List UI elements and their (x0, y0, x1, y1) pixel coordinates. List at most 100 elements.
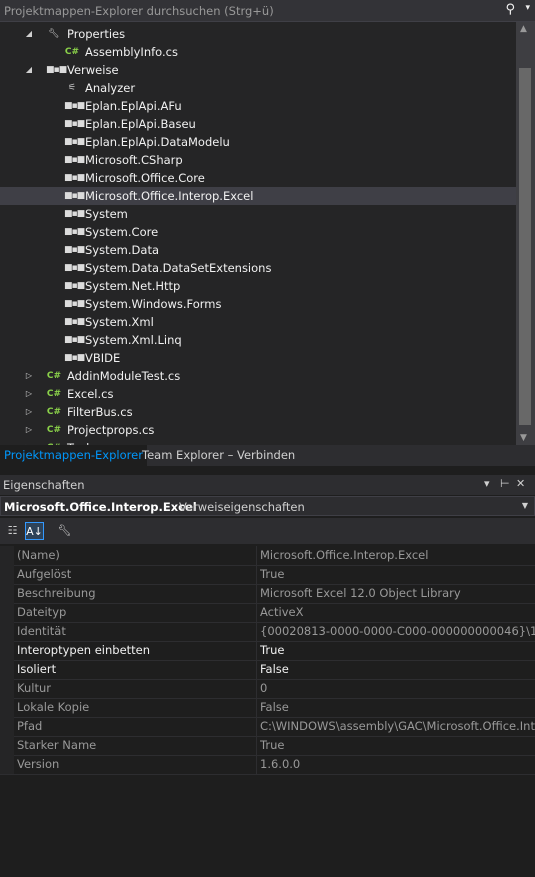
tree-item[interactable]: ◢ ■▪■ Verweise (0, 61, 516, 79)
property-row[interactable]: Lokale Kopie False (0, 698, 535, 718)
tree-item[interactable]: ■▪■ Eplan.EplApi.Baseu (0, 115, 516, 133)
collapsed-arrow-icon[interactable]: ▷ (24, 367, 34, 385)
tree-item[interactable]: ■▪■ System.Windows.Forms (0, 295, 516, 313)
column-divider[interactable] (256, 717, 257, 736)
tree-item[interactable]: ■▪■ System.Data.DataSetExtensions (0, 259, 516, 277)
property-row[interactable]: Starker Name True (0, 736, 535, 756)
tree-scrollbar[interactable]: ▲ ▼ (516, 22, 535, 445)
solution-explorer-search[interactable]: Projektmappen-Explorer durchsuchen (Strg… (0, 0, 535, 22)
row-gutter (0, 584, 14, 603)
tab-team-explorer[interactable]: Team Explorer – Verbinden (138, 445, 299, 466)
reference-icon: ■▪■ (64, 173, 85, 183)
search-input[interactable]: Projektmappen-Explorer durchsuchen (Strg… (4, 4, 274, 18)
reference-icon: ■▪■ (64, 227, 85, 237)
tree-item[interactable]: ■▪■ System.Xml.Linq (0, 331, 516, 349)
property-value[interactable]: False (260, 660, 535, 679)
categorized-icon[interactable]: ☷ (3, 522, 22, 540)
tree-item[interactable]: ■▪■ System.Data (0, 241, 516, 259)
property-value: True (260, 567, 285, 581)
alphabetical-icon[interactable]: A↓ (25, 522, 44, 540)
property-row[interactable]: Pfad C:\WINDOWS\assembly\GAC\Microsoft.Of… (0, 717, 535, 737)
tree-item-label: System.Data.DataSetExtensions (85, 261, 272, 275)
property-row[interactable]: Identität {00020813-0000-0000-C000-000000… (0, 622, 535, 642)
collapsed-arrow-icon[interactable]: ▷ (24, 385, 34, 403)
properties-toolbar: ☷ A↓ 🔧︎ (0, 518, 535, 544)
property-row[interactable]: (Name) Microsoft.Office.Interop.Excel (0, 546, 535, 566)
column-divider[interactable] (256, 755, 257, 774)
reference-icon: ■▪■ (46, 65, 67, 75)
property-name: Dateityp (17, 605, 67, 619)
scroll-up-icon[interactable]: ▲ (520, 24, 527, 34)
property-row[interactable]: Aufgelöst True (0, 565, 535, 585)
tree-item[interactable]: ▷ C# Excel.cs (0, 385, 516, 403)
property-value[interactable]: True (260, 641, 535, 660)
search-icon[interactable]: ⚲ (505, 2, 515, 17)
reference-icon: ■▪■ (64, 191, 85, 201)
property-row[interactable]: Dateityp ActiveX (0, 603, 535, 623)
column-divider[interactable] (256, 565, 257, 584)
property-value: {00020813-0000-0000-C000-000000000046}\1… (260, 624, 535, 638)
column-divider[interactable] (256, 584, 257, 603)
tree-item-label: Analyzer (85, 81, 136, 95)
column-divider[interactable] (256, 660, 257, 679)
expanded-arrow-icon[interactable]: ◢ (24, 25, 34, 43)
tree-item-label: System.Xml.Linq (85, 333, 182, 347)
tree-item[interactable]: ▷ C# FilterBus.cs (0, 403, 516, 421)
tree-item[interactable]: ■▪■ Eplan.EplApi.AFu (0, 97, 516, 115)
collapsed-arrow-icon[interactable]: ▷ (24, 403, 34, 421)
tree-item[interactable]: ■▪■ System (0, 205, 516, 223)
reference-icon: ■▪■ (64, 281, 85, 291)
property-pages-icon[interactable]: 🔧︎ (55, 522, 74, 540)
tree-item[interactable]: ■▪■ System.Core (0, 223, 516, 241)
tree-item-label: Microsoft.Office.Interop.Excel (85, 189, 254, 203)
tree-item[interactable]: ■▪■ Eplan.EplApi.DataModelu (0, 133, 516, 151)
column-divider[interactable] (256, 622, 257, 641)
collapsed-arrow-icon[interactable]: ▷ (24, 421, 34, 439)
row-gutter (0, 717, 14, 736)
close-icon[interactable]: ✕ (516, 477, 525, 490)
tree-item-label: Projectprops.cs (67, 423, 155, 437)
tree-item[interactable]: ■▪■ Microsoft.Office.Core (0, 169, 516, 187)
tree-item[interactable]: ■▪■ System.Xml (0, 313, 516, 331)
search-options-dropdown-icon[interactable]: ▾ (525, 3, 530, 13)
property-row[interactable]: Interoptypen einbetten True (0, 641, 535, 661)
column-divider[interactable] (256, 546, 257, 565)
property-row[interactable]: Isoliert False (0, 660, 535, 680)
window-menu-icon[interactable]: ▾ (484, 477, 490, 490)
pin-icon[interactable]: ⊢ (500, 477, 510, 490)
reference-icon: ■▪■ (64, 209, 85, 219)
chevron-down-icon[interactable]: ▼ (522, 501, 528, 510)
tree-item[interactable]: ■▪■ Microsoft.CSharp (0, 151, 516, 169)
property-row[interactable]: Kultur 0 (0, 679, 535, 699)
tree-item-label: Microsoft.CSharp (85, 153, 183, 167)
tree-item[interactable]: ◢ 🔧︎ Properties (0, 25, 516, 43)
tab-solution-explorer[interactable]: Projektmappen-Explorer (0, 445, 147, 466)
tree-item[interactable]: ■▪■ Microsoft.Office.Interop.Excel (0, 187, 516, 205)
object-selector[interactable]: Microsoft.Office.Interop.Excel Verweisei… (0, 496, 535, 516)
property-name: (Name) (17, 548, 60, 562)
column-divider[interactable] (256, 641, 257, 660)
column-divider[interactable] (256, 698, 257, 717)
tree-item[interactable]: ■▪■ VBIDE (0, 349, 516, 367)
tree-item[interactable]: C# AssemblyInfo.cs (0, 43, 516, 61)
scroll-down-icon[interactable]: ▼ (520, 433, 527, 443)
property-name: Pfad (17, 719, 43, 733)
column-divider[interactable] (256, 736, 257, 755)
tree-item-label: AssemblyInfo.cs (85, 45, 178, 59)
reference-icon: ■▪■ (64, 317, 85, 327)
property-name: Starker Name (17, 738, 97, 752)
tree-item[interactable]: ⚟ Analyzer (0, 79, 516, 97)
property-row[interactable]: Beschreibung Microsoft Excel 12.0 Object … (0, 584, 535, 604)
column-divider[interactable] (256, 679, 257, 698)
tree-item[interactable]: ▷ C# AddinModuleTest.cs (0, 367, 516, 385)
tree-item[interactable]: ▷ C# Projectprops.cs (0, 421, 516, 439)
scroll-thumb[interactable] (519, 68, 531, 425)
expanded-arrow-icon[interactable]: ◢ (24, 61, 34, 79)
property-name: Beschreibung (17, 586, 96, 600)
tree-item-label: Microsoft.Office.Core (85, 171, 205, 185)
column-divider[interactable] (256, 603, 257, 622)
property-row[interactable]: Version 1.6.0.0 (0, 755, 535, 775)
tree-item[interactable]: ■▪■ System.Net.Http (0, 277, 516, 295)
analyzer-icon: ⚟ (67, 83, 77, 93)
reference-icon: ■▪■ (64, 263, 85, 273)
